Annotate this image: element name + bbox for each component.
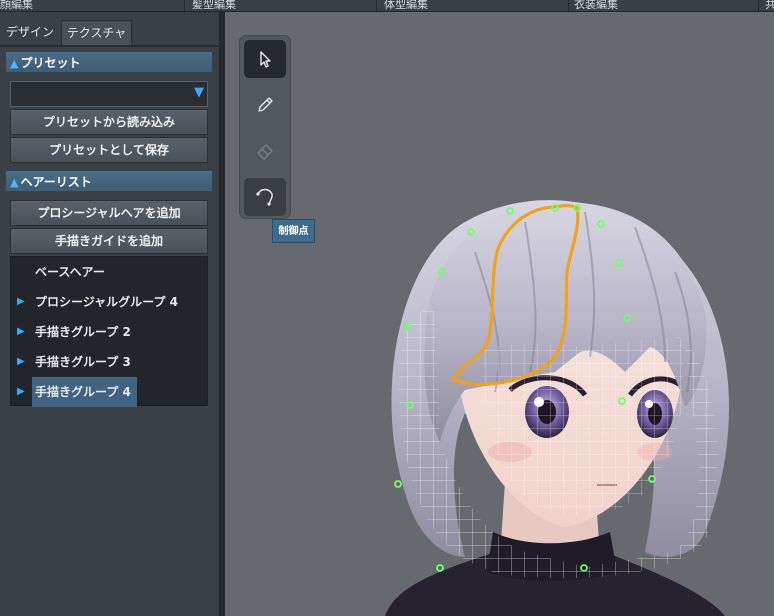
tab-texture[interactable]: テクスチャ — [61, 20, 132, 45]
expand-arrow-icon[interactable]: ▶ — [17, 347, 25, 377]
hair-list: ベースヘアー ▶ プロシージャルグループ 4 ▶ 手描きグループ 2 ▶ 手描き… — [10, 256, 208, 407]
tab-hairstyle-edit[interactable]: 髪型編集 — [192, 0, 377, 12]
eraser-tool-button[interactable] — [244, 132, 286, 170]
tab-face-edit[interactable]: 顔編集 — [0, 0, 185, 12]
control-point-icon — [256, 188, 273, 206]
list-item-selected[interactable]: ▶ 手描きグループ 4 — [11, 377, 207, 407]
list-item[interactable]: ▶ 手描きグループ 3 — [11, 347, 207, 377]
top-tab-bar: 顔編集 髪型編集 体型編集 衣装編集 共 — [0, 0, 774, 12]
dropdown-arrow-icon: ▼ — [194, 85, 204, 100]
control-point-tool-button[interactable] — [244, 178, 286, 216]
preset-section-header[interactable]: ▲ プリセット — [5, 51, 213, 73]
collapse-triangle-icon: ▲ — [10, 176, 19, 189]
character-scene[interactable] — [225, 12, 774, 616]
select-tool-button[interactable] — [244, 40, 286, 78]
list-item[interactable]: ベースヘアー — [11, 257, 207, 287]
tab-design[interactable]: デザイン — [0, 20, 60, 45]
expand-arrow-icon[interactable]: ▶ — [17, 377, 25, 407]
list-item[interactable]: ▶ プロシージャルグループ 4 — [11, 287, 207, 317]
tab-divider — [0, 45, 220, 47]
tab-body-edit[interactable]: 体型編集 — [384, 0, 569, 12]
expand-arrow-icon[interactable]: ▶ — [17, 317, 25, 347]
add-procedural-hair-button[interactable]: プロシージャルヘアを追加 — [10, 200, 208, 226]
tooltip-control-point: 制御点 — [272, 219, 315, 243]
tool-palette — [239, 35, 291, 219]
save-preset-button[interactable]: プリセットとして保存 — [10, 137, 208, 163]
preset-select[interactable]: ▼ — [10, 81, 208, 107]
hair-list-section-header[interactable]: ▲ ヘアーリスト — [5, 170, 213, 192]
collapse-triangle-icon: ▲ — [10, 57, 19, 70]
tab-common[interactable]: 共 — [765, 0, 774, 12]
list-item[interactable]: ▶ 手描きグループ 2 — [11, 317, 207, 347]
tab-costume-edit[interactable]: 衣装編集 — [574, 0, 759, 12]
expand-arrow-icon[interactable]: ▶ — [17, 287, 25, 317]
pencil-icon — [258, 97, 273, 112]
draw-tool-button[interactable] — [244, 86, 286, 124]
load-preset-button[interactable]: プリセットから読み込み — [10, 109, 208, 135]
eraser-icon — [257, 144, 273, 160]
add-hand-drawn-guide-button[interactable]: 手描きガイドを追加 — [10, 228, 208, 254]
cursor-icon — [260, 51, 271, 68]
